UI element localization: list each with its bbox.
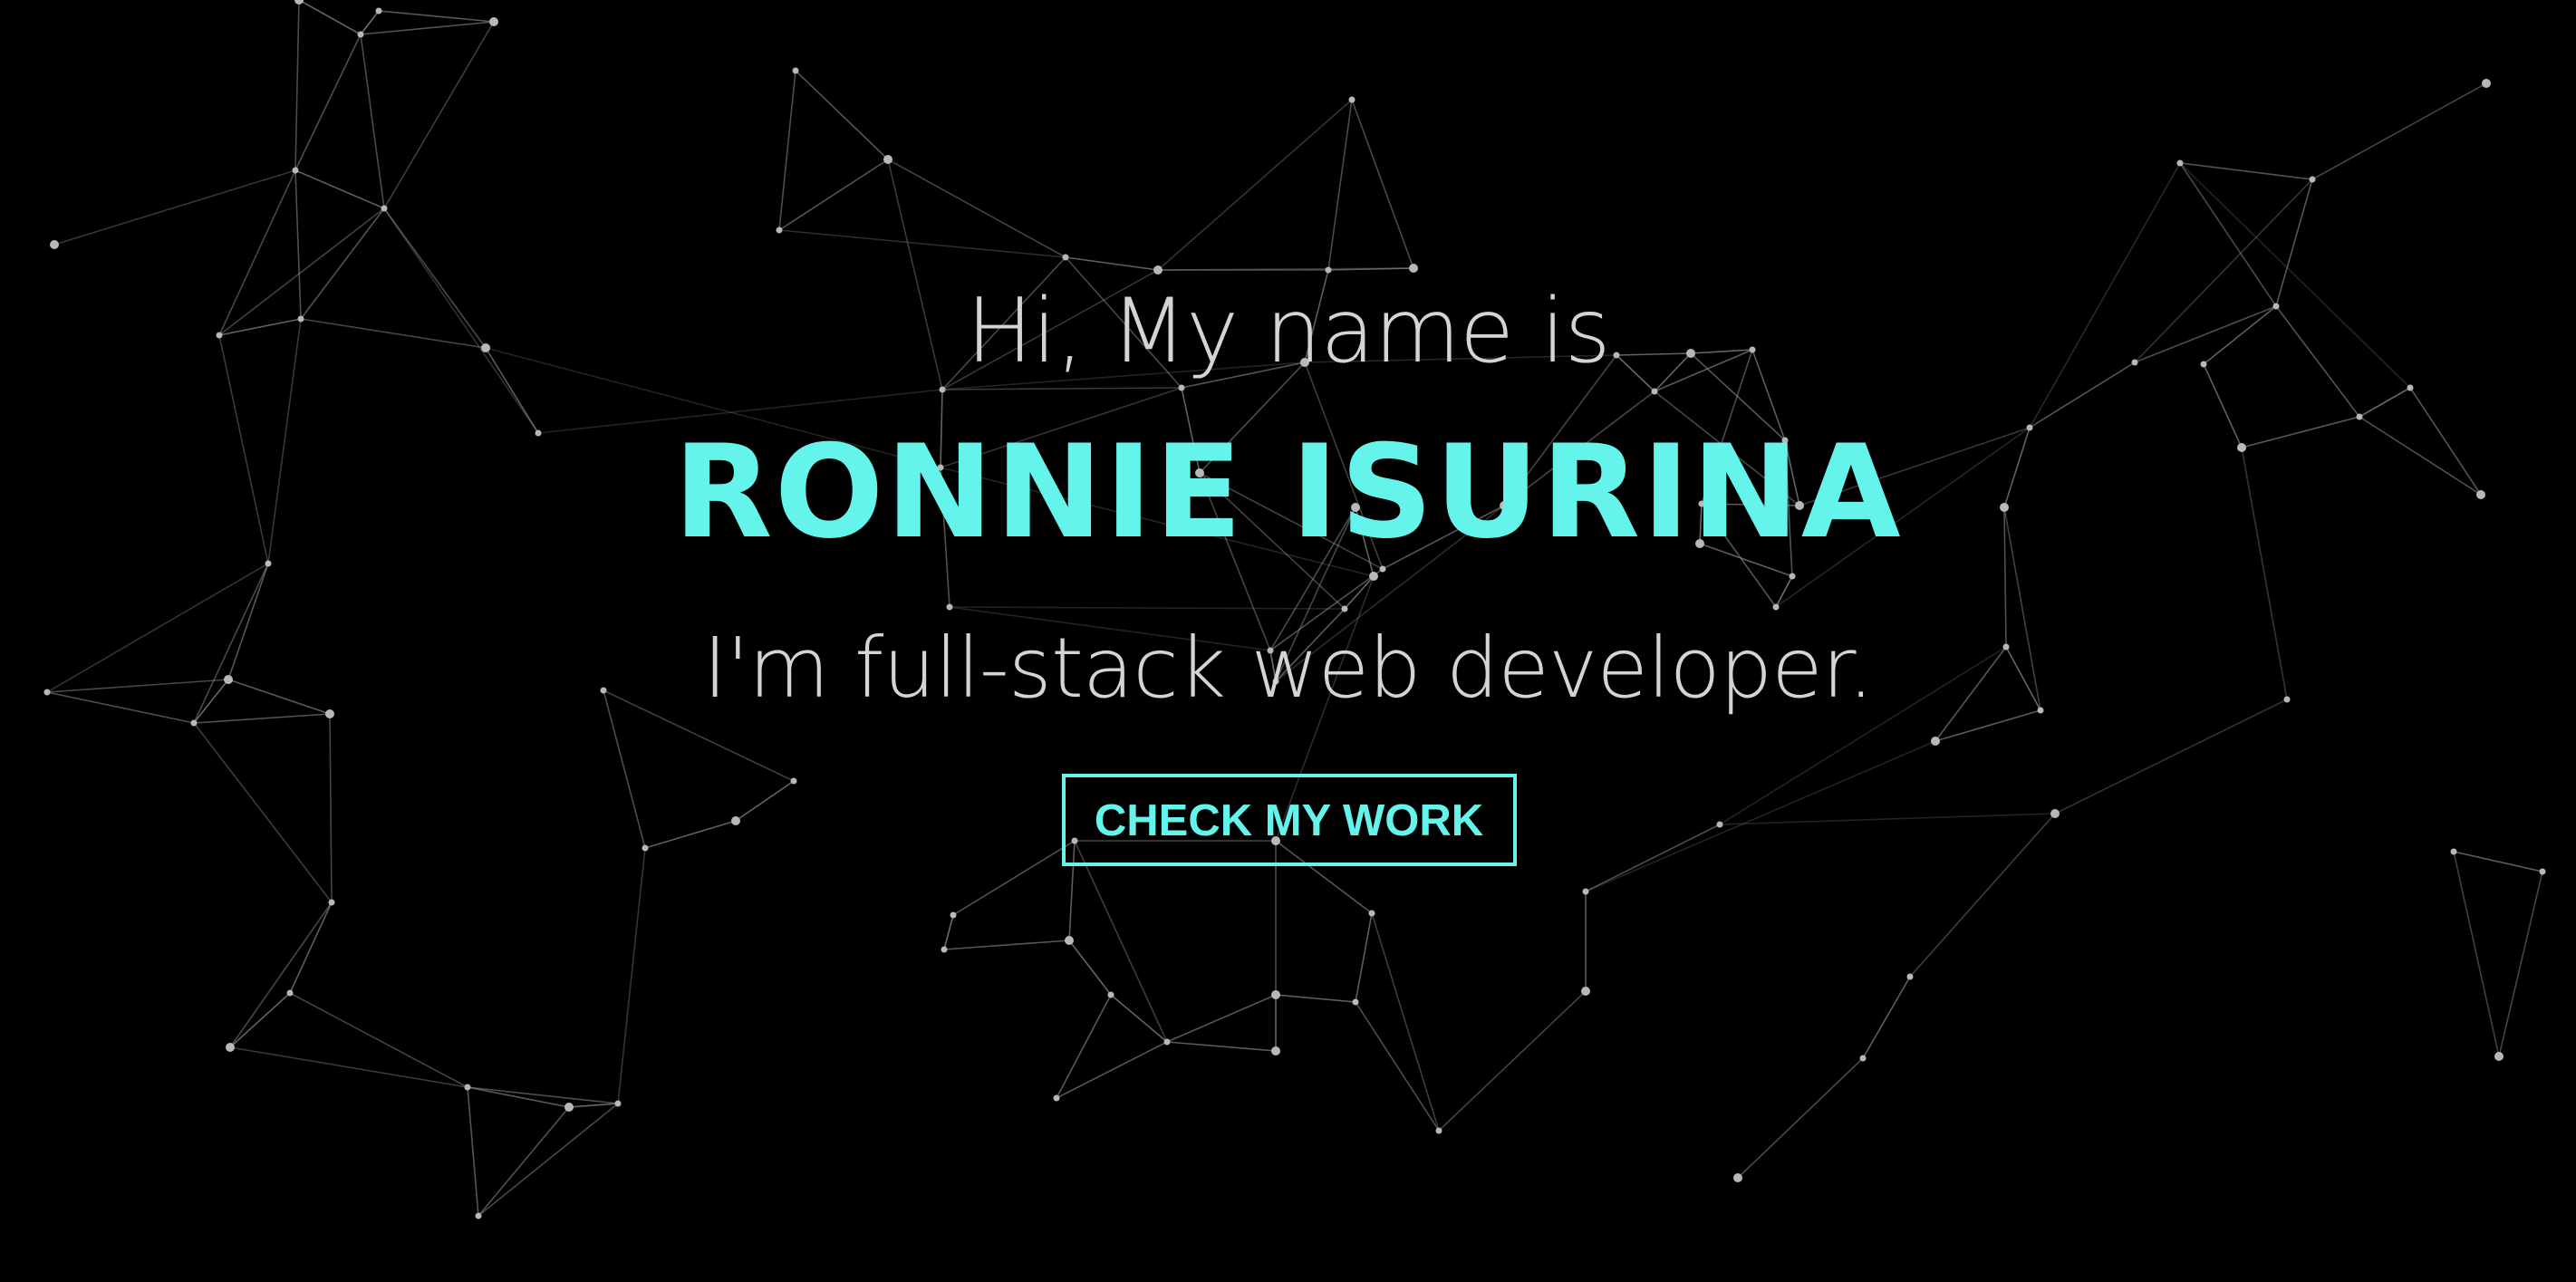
hero-name: RONNIE ISURINA	[673, 418, 1903, 567]
network-link	[1355, 912, 1373, 1003]
network-link	[1737, 1057, 1864, 1179]
network-node	[1859, 1055, 1867, 1062]
network-node	[883, 155, 892, 164]
network-link	[294, 0, 300, 171]
network-link	[294, 34, 362, 171]
network-link	[2453, 851, 2500, 1057]
network-node	[1906, 973, 1914, 980]
network-node	[1352, 998, 1359, 1006]
network-link	[1351, 99, 1414, 269]
network-link	[1371, 912, 1440, 1132]
network-link	[53, 169, 296, 246]
network-node	[2309, 176, 2316, 183]
network-link	[778, 159, 889, 231]
network-node	[1368, 910, 1375, 917]
network-link	[1068, 940, 1112, 996]
network-link	[360, 34, 385, 209]
network-link	[229, 992, 291, 1048]
network-node	[1931, 737, 1940, 746]
network-node	[2176, 159, 2184, 167]
network-link	[943, 940, 1070, 950]
network-node	[1053, 1094, 1060, 1102]
network-link	[2498, 871, 2543, 1057]
network-node	[941, 946, 948, 953]
network-node	[226, 1043, 235, 1052]
network-link	[294, 169, 385, 209]
network-link	[778, 70, 796, 231]
network-node	[1348, 96, 1356, 103]
network-link	[617, 847, 646, 1104]
greeting-text: Hi, My name is	[966, 280, 1610, 383]
network-node	[464, 1084, 471, 1091]
network-link	[289, 992, 468, 1088]
network-link	[1327, 99, 1353, 271]
network-link	[568, 1103, 619, 1108]
network-node	[2482, 79, 2491, 88]
network-link	[2179, 162, 2313, 180]
network-link	[229, 1046, 468, 1088]
network-node	[1435, 1127, 1442, 1134]
network-link	[1166, 1041, 1277, 1052]
network-node	[50, 240, 59, 249]
network-node	[381, 205, 388, 212]
network-node	[2494, 1052, 2504, 1061]
network-link	[1166, 994, 1277, 1043]
network-node	[776, 227, 783, 234]
network-node	[564, 1103, 574, 1112]
network-node	[950, 911, 957, 919]
network-link	[1275, 994, 1356, 1003]
network-link	[229, 901, 333, 1048]
tagline-text: I'm full-stack web developer.	[702, 620, 1875, 717]
network-link	[1074, 840, 1168, 1043]
network-link	[289, 901, 333, 994]
network-link	[467, 1086, 619, 1104]
network-link	[1157, 99, 1353, 271]
network-link	[1438, 990, 1587, 1132]
network-link	[360, 10, 380, 35]
network-link	[1056, 1041, 1168, 1099]
network-node	[475, 1212, 482, 1219]
network-link	[478, 1103, 619, 1217]
network-link	[383, 21, 495, 209]
network-link	[2311, 82, 2487, 180]
network-link	[1355, 1001, 1440, 1132]
network-link	[478, 1106, 570, 1217]
network-node	[292, 167, 299, 174]
network-link	[1110, 994, 1168, 1043]
network-link	[360, 21, 495, 35]
network-link	[1056, 994, 1112, 1099]
check-my-work-button[interactable]: CHECK MY WORK	[1061, 774, 1517, 866]
network-link	[298, 0, 362, 35]
network-node	[294, 0, 304, 5]
network-node	[1107, 991, 1114, 998]
cta-container: CHECK MY WORK	[0, 774, 2576, 866]
network-node	[1733, 1173, 1742, 1182]
network-link	[1862, 976, 1911, 1059]
network-link	[795, 70, 889, 160]
network-node	[614, 1100, 622, 1107]
network-link	[1344, 575, 1375, 610]
network-node	[1163, 1038, 1171, 1046]
network-node	[792, 67, 799, 74]
network-node	[1065, 936, 1074, 945]
network-node	[1271, 990, 1280, 999]
network-link	[1775, 575, 1793, 608]
network-node	[1582, 888, 1589, 895]
network-node	[375, 7, 382, 14]
network-link	[467, 1086, 479, 1217]
network-node	[2539, 868, 2546, 875]
network-node	[1062, 254, 1069, 261]
network-node	[357, 31, 364, 38]
hero-section: Hi, My name is RONNIE ISURINA I'm full-s…	[0, 0, 2576, 1282]
network-link	[378, 10, 495, 23]
network-node	[1271, 1046, 1280, 1055]
network-link	[943, 914, 954, 950]
network-node	[328, 899, 335, 906]
network-node	[489, 17, 498, 26]
network-node	[286, 989, 294, 997]
network-node	[1581, 987, 1590, 996]
